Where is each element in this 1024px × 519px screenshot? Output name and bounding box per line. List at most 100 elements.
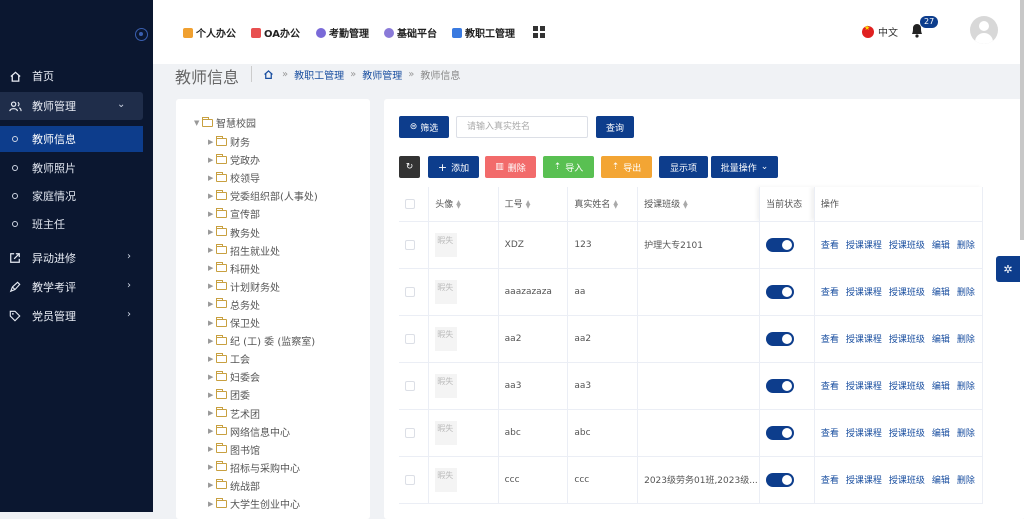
filter-button[interactable]: ⊜ 筛选: [399, 116, 449, 138]
status-toggle[interactable]: [766, 425, 795, 440]
row-action-link[interactable]: 查看: [821, 429, 839, 439]
tree-node[interactable]: ▶ 保卫处: [208, 315, 260, 330]
sidebar-subitem-teacher-photo[interactable]: 教师照片: [0, 155, 143, 181]
sidebar-item-party[interactable]: 党员管理 ›: [0, 302, 153, 330]
table-row[interactable]: 暇失 abc abc 查看 授课课程 授课班级 编辑 删除: [399, 409, 984, 457]
row-action-link[interactable]: 编辑: [932, 241, 950, 251]
tree-node[interactable]: ▶ 党委组织部(人事处): [208, 188, 318, 203]
tree-node[interactable]: ▶ 团委: [208, 387, 250, 402]
sidebar-item-evaluation[interactable]: 教学考评 ›: [0, 273, 153, 301]
tree-node[interactable]: ▶ 宣传部: [208, 206, 260, 221]
tree-node[interactable]: ▶ 网络信息中心: [208, 424, 290, 439]
row-checkbox[interactable]: [405, 333, 415, 344]
row-action-link[interactable]: 编辑: [932, 476, 950, 486]
sidebar-item-transfer[interactable]: 异动进修 ›: [0, 244, 153, 272]
status-toggle[interactable]: [766, 472, 795, 487]
table-row[interactable]: 暇失 aa2 aa2 查看 授课课程 授课班级 编辑 删除: [399, 315, 984, 363]
breadcrumb-link[interactable]: 教师管理: [362, 67, 402, 82]
tree-node[interactable]: ▶ 图书馆: [208, 442, 260, 457]
row-action-link[interactable]: 编辑: [932, 382, 950, 392]
tree-node[interactable]: ▶ 校领导: [208, 170, 260, 185]
tree-node[interactable]: ▶ 妇委会: [208, 369, 260, 384]
table-row[interactable]: 暇失 ccc ccc 2023级劳务01班,2023级... 查看 授课课程 授课班级 编辑删…: [399, 456, 984, 504]
page-scrollbar[interactable]: [1020, 0, 1024, 240]
row-action-link[interactable]: 授课班级: [889, 241, 925, 251]
row-checkbox[interactable]: [405, 427, 415, 438]
tree-node[interactable]: ▶ 艺术团: [208, 406, 260, 421]
tree-node[interactable]: ▶ 计划财务处: [208, 279, 280, 294]
tree-node[interactable]: ▶ 工会: [208, 351, 250, 366]
column-header[interactable]: 真实姓名 ▲ ▼: [567, 187, 639, 222]
column-header[interactable]: 授课班级 ▲ ▼: [637, 187, 761, 222]
tree-node[interactable]: ▶ 大学生创业中心: [208, 496, 300, 511]
row-action-link[interactable]: 授课课程: [846, 429, 882, 439]
row-action-link[interactable]: 编辑: [932, 429, 950, 439]
sidebar-subitem-class-teacher[interactable]: 班主任: [0, 211, 143, 237]
row-action-link[interactable]: 删除: [957, 335, 975, 345]
row-action-link[interactable]: 编辑: [932, 288, 950, 298]
query-button[interactable]: 查询: [596, 116, 634, 138]
settings-gear-icon[interactable]: ✲: [996, 256, 1020, 282]
row-checkbox[interactable]: [405, 286, 415, 297]
row-checkbox[interactable]: [405, 239, 415, 250]
row-checkbox[interactable]: [405, 474, 415, 485]
import-button[interactable]: ⇡ 导入: [543, 156, 594, 178]
topnav-base-platform[interactable]: 基础平台: [384, 25, 437, 40]
table-row[interactable]: 暇失 aaazazaza aa 查看 授课课程 授课班级 编辑 删除: [399, 268, 984, 316]
sidebar-subitem-family[interactable]: 家庭情况: [0, 183, 143, 209]
status-toggle[interactable]: [766, 378, 795, 393]
breadcrumb-link[interactable]: 教职工管理: [294, 67, 344, 82]
sidebar-item-teacher-management[interactable]: 教师管理 ⌄: [0, 92, 143, 120]
topnav-oa-office[interactable]: OA办公: [251, 25, 300, 40]
language-selector[interactable]: 中文: [862, 24, 898, 39]
row-action-link[interactable]: 查看: [821, 382, 839, 392]
row-action-link[interactable]: 授课课程: [846, 288, 882, 298]
row-action-link[interactable]: 编辑: [932, 335, 950, 345]
tree-node[interactable]: ▶ 招生就业处: [208, 243, 280, 258]
tree-node[interactable]: ▶ 财务: [208, 134, 250, 149]
row-action-link[interactable]: 授课班级: [889, 429, 925, 439]
tree-node[interactable]: ▶ 总务处: [208, 297, 260, 312]
row-action-link[interactable]: 授课课程: [846, 241, 882, 251]
row-checkbox[interactable]: [405, 380, 415, 391]
collapse-toggle-icon[interactable]: [135, 28, 148, 41]
tree-node[interactable]: ▶ 教务处: [208, 225, 260, 240]
export-button[interactable]: ⇡ 导出: [601, 156, 652, 178]
refresh-icon[interactable]: ↻: [399, 156, 420, 178]
sidebar-subitem-teacher-info[interactable]: 教师信息: [0, 126, 143, 152]
row-action-link[interactable]: 删除: [957, 241, 975, 251]
row-action-link[interactable]: 查看: [821, 241, 839, 251]
row-action-link[interactable]: 查看: [821, 335, 839, 345]
status-toggle[interactable]: [766, 284, 795, 299]
user-avatar[interactable]: [970, 16, 998, 44]
row-action-link[interactable]: 删除: [957, 382, 975, 392]
table-row[interactable]: 暇失 XDZ 123 护理大专2101 查看 授课课程 授课班级 编辑 删除: [399, 221, 984, 269]
row-action-link[interactable]: 查看: [821, 476, 839, 486]
row-action-link[interactable]: 授课班级: [889, 382, 925, 392]
row-action-link[interactable]: 授课班级: [889, 476, 925, 486]
show-columns-button[interactable]: 显示项: [659, 156, 708, 178]
row-action-link[interactable]: 查看: [821, 288, 839, 298]
home-icon[interactable]: [263, 69, 274, 80]
sidebar-item-home[interactable]: 首页: [0, 62, 153, 90]
row-action-link[interactable]: 删除: [957, 476, 975, 486]
tree-node[interactable]: ▶ 招标与采购中心: [208, 460, 300, 475]
column-header[interactable]: 头像 ▲ ▼: [428, 187, 499, 222]
search-input[interactable]: 请输入真实姓名: [456, 116, 588, 138]
table-row[interactable]: 暇失 aa3 aa3 查看 授课课程 授课班级 编辑 删除: [399, 362, 984, 410]
topnav-staff-management[interactable]: 教职工管理: [452, 25, 515, 40]
status-toggle[interactable]: [766, 331, 795, 346]
delete-button[interactable]: ▥ 删除: [485, 156, 536, 178]
apps-grid-icon[interactable]: [533, 26, 545, 38]
topnav-personal-office[interactable]: 个人办公: [183, 25, 236, 40]
row-action-link[interactable]: 授课班级: [889, 288, 925, 298]
status-toggle[interactable]: [766, 237, 795, 252]
row-action-link[interactable]: 授课课程: [846, 335, 882, 345]
tree-node[interactable]: ▶ 党政办: [208, 152, 260, 167]
tree-node[interactable]: ▶ 统战部: [208, 478, 260, 493]
row-action-link[interactable]: 删除: [957, 429, 975, 439]
column-header[interactable]: 工号 ▲ ▼: [498, 187, 569, 222]
batch-operations-button[interactable]: 批量操作 ⌄: [711, 156, 778, 178]
tree-node[interactable]: ▶ 科研处: [208, 261, 260, 276]
row-action-link[interactable]: 授课班级: [889, 335, 925, 345]
